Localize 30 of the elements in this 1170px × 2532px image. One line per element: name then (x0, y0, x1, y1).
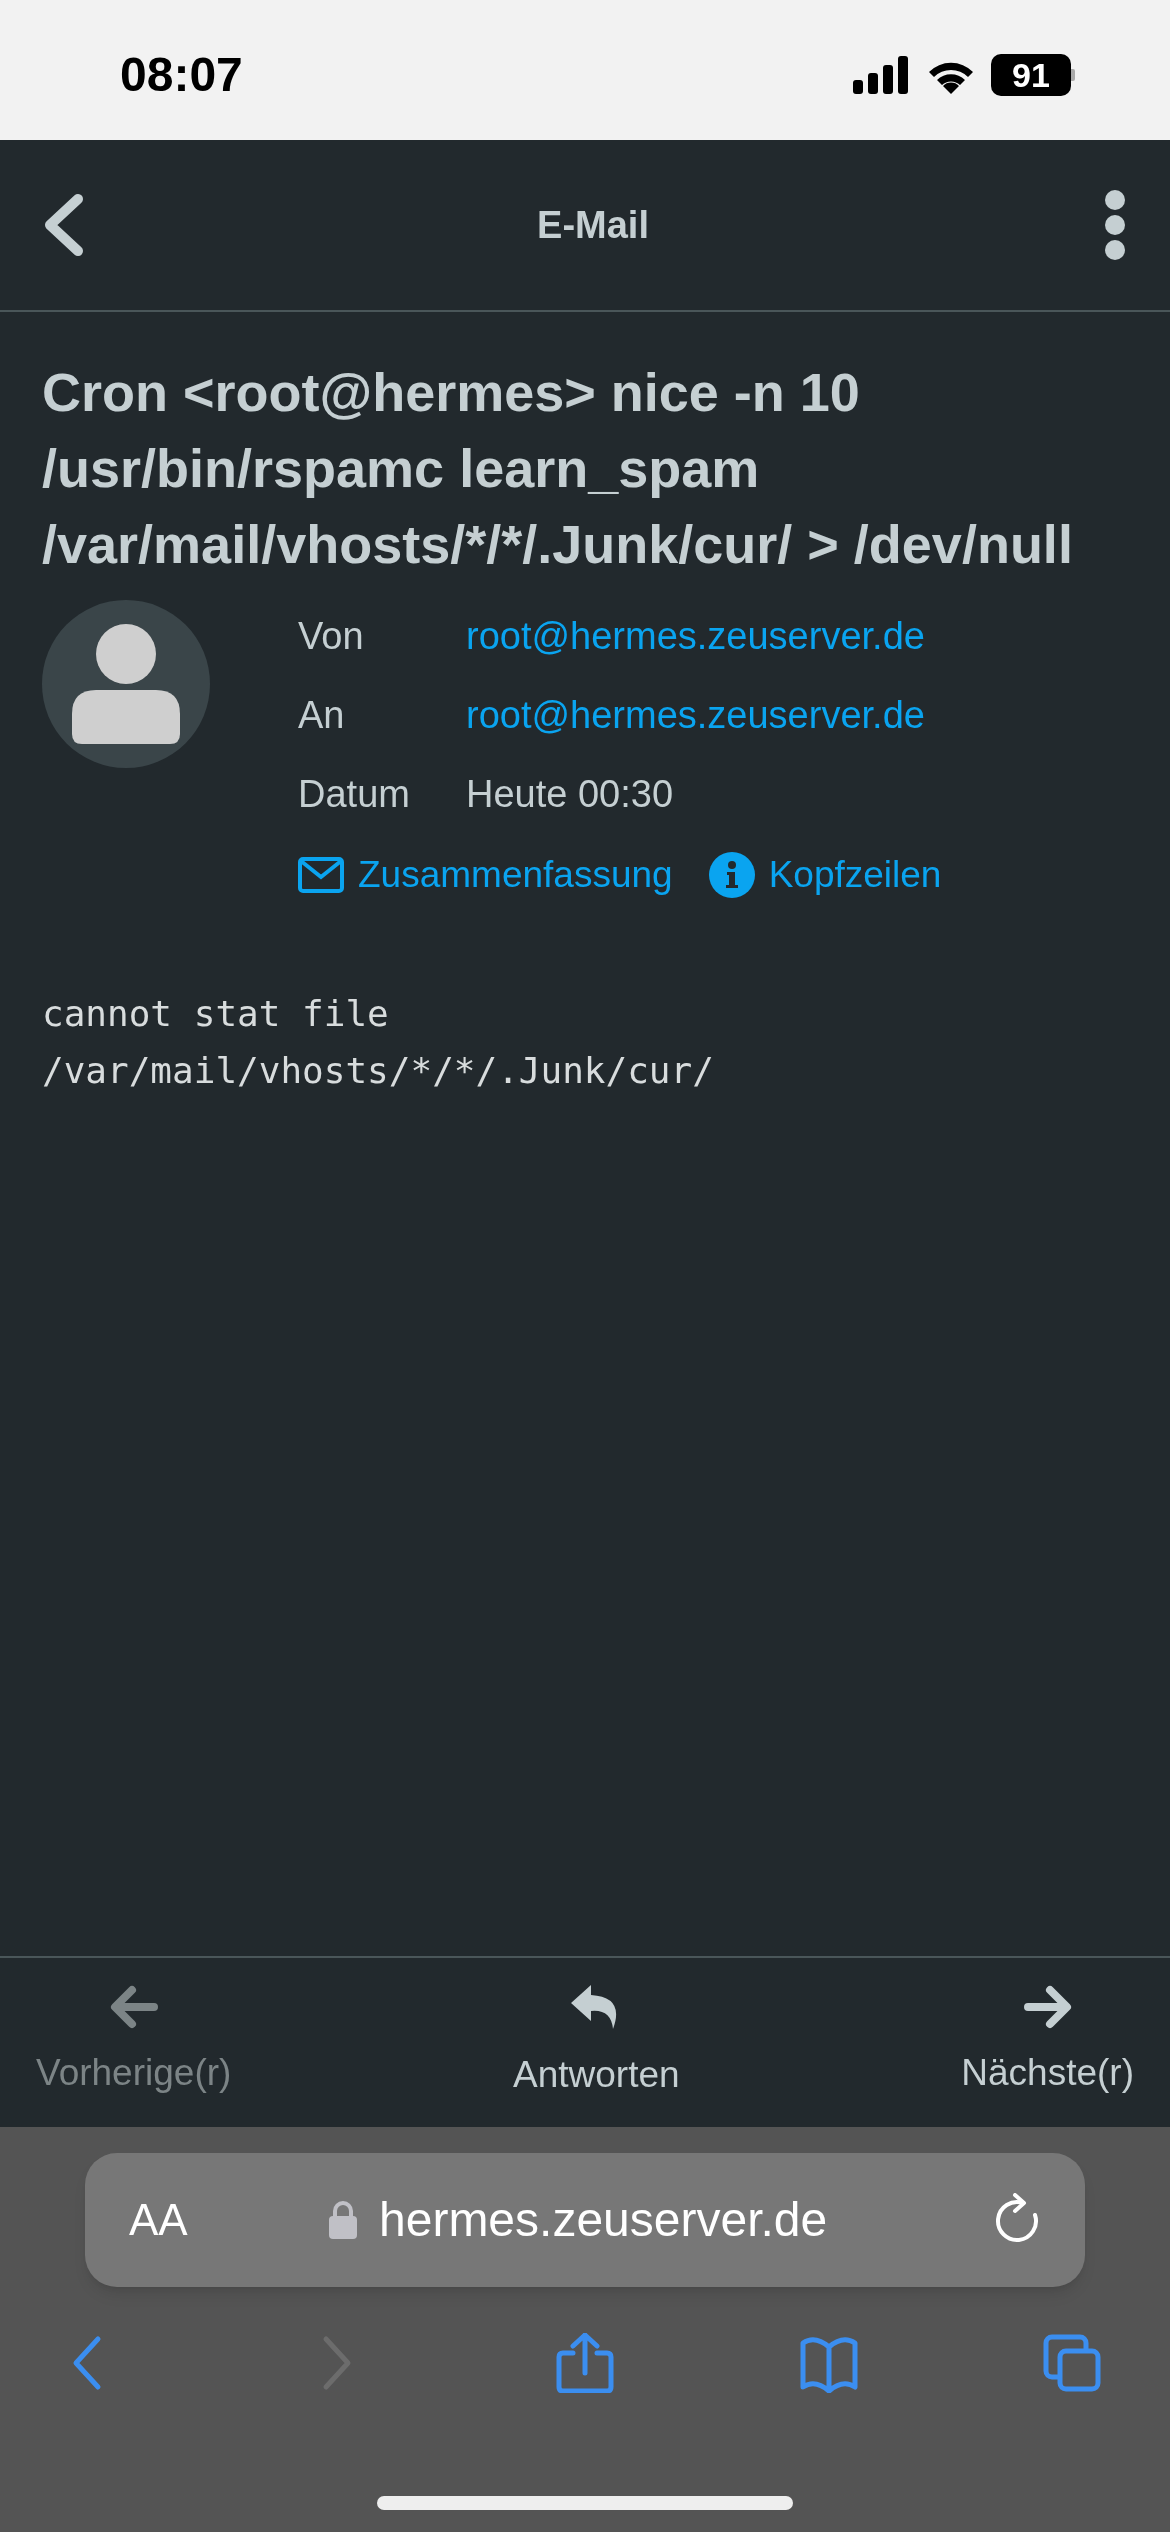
field-label: Datum (298, 772, 411, 817)
lock-icon (329, 2201, 357, 2239)
tabs-icon[interactable] (1042, 2333, 1102, 2393)
email-link[interactable]: root@hermes.zeuserver.de (466, 687, 942, 744)
field-label: An (298, 693, 346, 738)
headers-link[interactable]: Kopfzeilen (768, 847, 942, 903)
email-subject: Cron <root@hermes> nice -n 10 /usr/bin/rspamc learn_spam /var/mail/vhosts/*/*/.Junk/cur/ > /dev/null (42, 361, 1074, 576)
envelope-icon (298, 856, 344, 893)
next-button[interactable]: Nächste(r) (961, 1984, 1134, 2101)
address-bar[interactable]: AA hermes.zeuserver.de (85, 2153, 1085, 2287)
info-icon (708, 851, 755, 898)
left-arrow-icon (109, 1984, 158, 2029)
field-label: Von (298, 614, 365, 659)
more-menu-icon[interactable] (1102, 189, 1128, 261)
email-body: cannot stat file /var/mail/vhosts/*/*/.Junk/cur/ (42, 991, 715, 1093)
url-text: hermes.zeuserver.de (379, 2192, 829, 2248)
reply-button[interactable]: Antworten (513, 1982, 680, 2103)
field-value: Heute 00:30 (466, 772, 675, 817)
email-link[interactable]: root@hermes.zeuserver.de (466, 608, 942, 665)
signal-icon (853, 56, 911, 94)
person-icon (72, 624, 180, 744)
summary-link[interactable]: Zusammenfassung (358, 847, 673, 903)
status-time: 08:07 (120, 47, 243, 103)
text-size-button[interactable]: AA (129, 2187, 329, 2253)
right-arrow-icon (1023, 1984, 1072, 2029)
battery-cap-icon (1071, 69, 1075, 81)
share-icon[interactable] (555, 2333, 615, 2393)
battery-level: 91 (991, 54, 1071, 96)
screen-title: E-Mail (537, 202, 649, 248)
back-icon[interactable] (42, 194, 84, 256)
